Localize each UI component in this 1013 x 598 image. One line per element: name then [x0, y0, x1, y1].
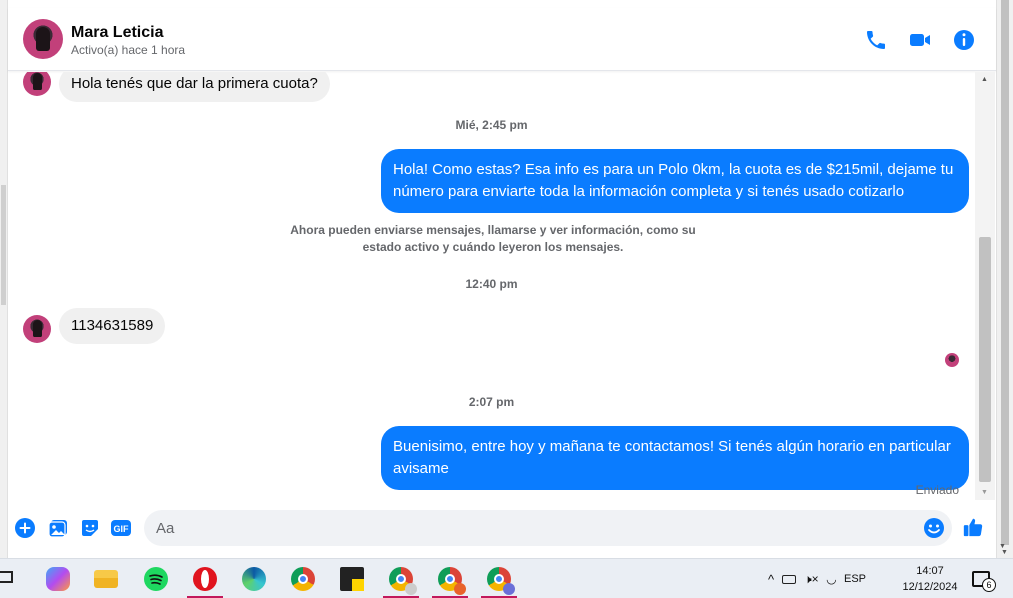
notification-center-icon[interactable]: 6 — [972, 571, 996, 592]
window-scrollbar[interactable]: ▼ — [996, 0, 1013, 558]
plus-icon[interactable] — [14, 517, 36, 539]
outgoing-message[interactable]: Buenisimo, entre hoy y mañana te contact… — [381, 426, 969, 490]
left-edge-scrollbar — [0, 0, 8, 558]
message-list[interactable]: Hola tenés que dar la primera cuota? Mié… — [8, 72, 975, 502]
window-scroll-down-arrow[interactable]: ▼ — [1001, 549, 1008, 556]
contact-status: Activo(a) hace 1 hora — [71, 43, 186, 57]
message-timestamp: 12:40 pm — [465, 277, 518, 291]
notification-count-badge: 6 — [982, 578, 996, 592]
system-tray: ^ 🕨× ◟◞ ESP — [768, 559, 866, 598]
photo-icon[interactable] — [47, 517, 69, 539]
thumbs-up-icon[interactable] — [962, 516, 986, 540]
incoming-message[interactable]: 1134631589 — [59, 308, 166, 344]
clock[interactable]: 14:07 12/12/2024 — [895, 563, 965, 595]
contact-name[interactable]: Mara Leticia — [71, 24, 163, 42]
clock-date: 12/12/2024 — [902, 581, 958, 593]
message-input-wrapper — [144, 510, 952, 546]
copilot-icon[interactable] — [38, 565, 78, 598]
contact-avatar[interactable] — [23, 19, 63, 59]
emoji-icon[interactable] — [922, 516, 946, 540]
chrome-profile-y-icon[interactable] — [381, 565, 421, 598]
sticker-icon[interactable] — [79, 517, 101, 539]
clock-time: 14:07 — [916, 565, 944, 577]
language-indicator[interactable]: ESP — [844, 573, 866, 585]
chrome-profile-r-icon[interactable] — [430, 565, 470, 598]
message-timestamp: Mié, 2:45 pm — [455, 118, 528, 132]
message-scrollbar[interactable]: ▲ ▼ — [975, 72, 995, 500]
spotify-icon[interactable] — [136, 565, 176, 598]
info-icon[interactable] — [952, 28, 976, 52]
file-explorer-icon[interactable] — [86, 565, 126, 598]
show-hidden-icons-chevron-icon[interactable]: ^ — [768, 572, 774, 587]
scroll-down-arrow[interactable]: ▼ — [981, 489, 988, 496]
window-scroll-thumb[interactable] — [1001, 0, 1009, 545]
opera-icon[interactable] — [185, 565, 225, 598]
gif-icon[interactable]: GIF — [110, 517, 132, 539]
message-input[interactable] — [156, 510, 916, 546]
video-camera-icon[interactable] — [908, 28, 932, 52]
taskbar: ^ 🕨× ◟◞ ESP 14:07 12/12/2024 6 — [0, 558, 1013, 598]
chrome-profile-c-icon[interactable] — [479, 565, 519, 598]
incoming-message[interactable]: Hola tenés que dar la primera cuota? — [59, 72, 330, 102]
phone-icon[interactable] — [864, 28, 888, 52]
wifi-icon[interactable]: ◟◞ — [827, 572, 836, 586]
window-scroll-down-arrow-bottom[interactable]: ▼ — [999, 543, 1006, 550]
sticky-notes-icon[interactable] — [332, 565, 372, 598]
message-composer: GIF — [8, 505, 996, 551]
chrome-icon[interactable] — [283, 565, 323, 598]
message-scroll-thumb[interactable] — [979, 237, 991, 482]
contact-avatar-small[interactable] — [23, 315, 51, 343]
read-receipt-avatar — [945, 353, 959, 367]
edge-icon[interactable] — [234, 565, 274, 598]
message-timestamp: 2:07 pm — [468, 395, 515, 409]
left-scroll-thumb[interactable] — [1, 185, 6, 305]
system-notice: Ahora pueden enviarse mensajes, llamarse… — [290, 223, 696, 254]
task-view-icon[interactable] — [0, 565, 26, 598]
outgoing-message[interactable]: Hola! Como estas? Esa info es para un Po… — [381, 149, 969, 213]
chat-header: Mara Leticia Activo(a) hace 1 hora — [8, 8, 996, 71]
volume-muted-icon[interactable]: 🕨× — [804, 572, 819, 587]
delivery-status: Enviado — [915, 483, 959, 497]
scroll-up-arrow[interactable]: ▲ — [981, 76, 988, 83]
contact-avatar-small[interactable] — [23, 72, 51, 96]
gif-label: GIF — [114, 524, 130, 534]
battery-icon[interactable] — [782, 574, 797, 584]
